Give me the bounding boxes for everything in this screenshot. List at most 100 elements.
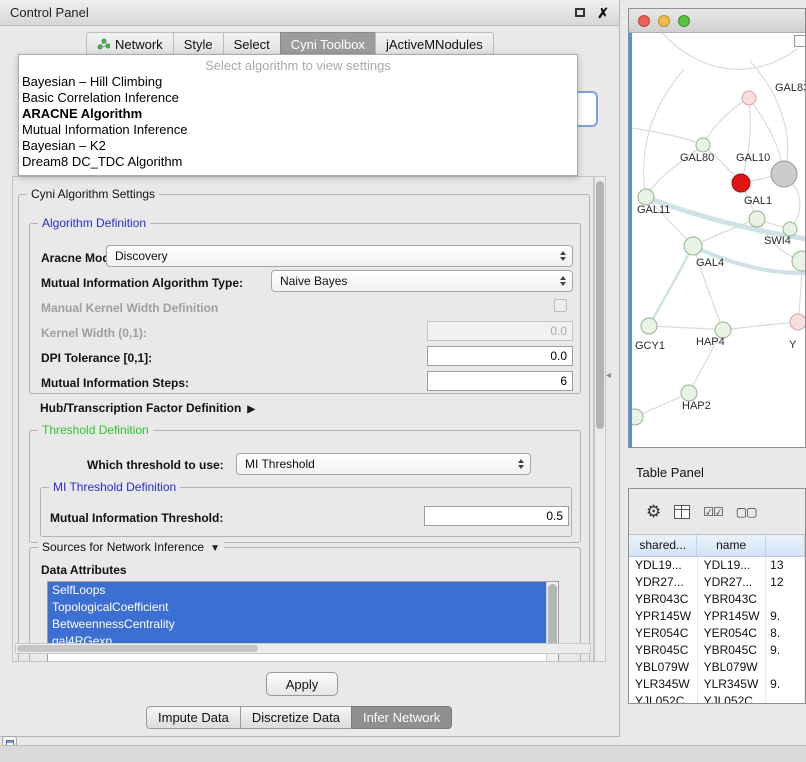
table-row[interactable]: YPR145WYPR145W9. bbox=[629, 608, 805, 625]
table-panel-window: ⚙ ☑☑ ▢▢ shared...name YDL19...YDL19...13… bbox=[628, 488, 806, 704]
mi-steps-field[interactable] bbox=[427, 371, 573, 391]
close-panel-icon[interactable]: ✗ bbox=[597, 6, 609, 20]
deselect-all-icon[interactable]: ▢▢ bbox=[736, 505, 757, 519]
table-row[interactable]: YDR27...YDR27...12 bbox=[629, 574, 805, 591]
tab-cyni-toolbox[interactable]: Cyni Toolbox bbox=[280, 32, 376, 56]
mi-threshold-field[interactable] bbox=[424, 506, 569, 526]
network-node[interactable] bbox=[771, 161, 797, 187]
tab-infer-network[interactable]: Infer Network bbox=[351, 706, 452, 729]
network-node[interactable] bbox=[732, 174, 750, 192]
tab-label: jActiveMNodules bbox=[386, 37, 483, 52]
hub-collapsed-caret-icon[interactable]: ▶ bbox=[247, 404, 255, 415]
network-canvas-svg[interactable]: GAL83GAL80GAL10GAL11GAL1SWI4GAL4GCY1HAP4… bbox=[632, 33, 805, 447]
horizontal-scrollbar-thumb[interactable] bbox=[17, 645, 258, 652]
tab-select[interactable]: Select bbox=[223, 32, 281, 56]
network-edge[interactable] bbox=[723, 322, 798, 330]
aracne-mode-combobox[interactable]: Discovery bbox=[106, 245, 573, 267]
table-row[interactable]: YJL052CYJL052C bbox=[629, 693, 805, 704]
table-row[interactable]: YBR045CYBR045C9. bbox=[629, 642, 805, 659]
table-row[interactable]: YBR043CYBR043C bbox=[629, 591, 805, 608]
sources-group-title[interactable]: Sources for Network Inference ▼ bbox=[38, 540, 224, 554]
column-header-2[interactable] bbox=[766, 535, 805, 556]
tab-impute-data[interactable]: Impute Data bbox=[146, 706, 241, 729]
table-settings-gear-icon[interactable]: ⚙ bbox=[646, 503, 661, 520]
which-threshold-combobox[interactable]: MI Threshold bbox=[236, 453, 531, 475]
node-label-hap4: HAP4 bbox=[696, 336, 725, 348]
network-node[interactable] bbox=[681, 385, 697, 401]
network-node[interactable] bbox=[684, 237, 702, 255]
network-edge[interactable] bbox=[644, 69, 684, 197]
tab-jactivemnodules[interactable]: jActiveMNodules bbox=[375, 32, 494, 56]
attributes-scrollbar-thumb[interactable] bbox=[548, 584, 557, 647]
algorithm-option-mutual-information-inference[interactable]: Mutual Information Inference bbox=[19, 122, 577, 138]
tab-style[interactable]: Style bbox=[173, 32, 224, 56]
sources-title-text: Sources for Network Inference bbox=[42, 540, 204, 554]
network-grip-box[interactable] bbox=[794, 35, 806, 47]
network-node[interactable] bbox=[792, 251, 805, 271]
network-edge[interactable] bbox=[703, 98, 749, 145]
panel-divider-grip-icon[interactable]: ◂ bbox=[606, 370, 611, 381]
window-zoom-button[interactable] bbox=[678, 15, 690, 27]
algorithm-definition-group: Algorithm Definition Aracne Mode: Discov… bbox=[29, 223, 581, 394]
window-minimize-button[interactable] bbox=[658, 15, 670, 27]
column-header-name[interactable]: name bbox=[697, 535, 765, 556]
manual-kernel-width-label: Manual Kernel Width Definition bbox=[41, 301, 218, 315]
algorithm-option-aracne-algorithm[interactable]: ARACNE Algorithm bbox=[19, 106, 577, 122]
table-row[interactable]: YLR345WYLR345W9. bbox=[629, 676, 805, 693]
manual-kernel-width-checkbox[interactable] bbox=[554, 299, 567, 312]
horizontal-scrollbar[interactable] bbox=[15, 643, 591, 654]
kernel-width-field[interactable] bbox=[427, 321, 573, 341]
network-node[interactable] bbox=[641, 318, 657, 334]
status-bar bbox=[0, 745, 806, 762]
algorithm-option-dream8-dc-tdc-algorithm[interactable]: Dream8 DC_TDC Algorithm bbox=[19, 154, 577, 170]
float-window-icon[interactable] bbox=[575, 8, 585, 17]
network-node[interactable] bbox=[742, 91, 756, 105]
table-cell: YLR345W bbox=[629, 676, 698, 693]
kernel-width-label: Kernel Width (0,1): bbox=[41, 326, 147, 340]
network-edge[interactable] bbox=[632, 128, 703, 145]
vertical-scrollbar-thumb[interactable] bbox=[596, 181, 604, 429]
combo-arrows-icon bbox=[560, 271, 566, 291]
tab-network[interactable]: Network bbox=[86, 32, 174, 56]
mi-algorithm-type-combobox[interactable]: Naive Bayes bbox=[271, 270, 573, 292]
network-edge[interactable] bbox=[635, 393, 689, 417]
sources-expanded-caret-icon[interactable]: ▼ bbox=[210, 543, 220, 554]
network-node[interactable] bbox=[632, 409, 643, 425]
network-node[interactable] bbox=[790, 314, 805, 330]
node-label-swi4: SWI4 bbox=[764, 235, 791, 247]
network-edge[interactable] bbox=[741, 98, 750, 183]
network-edge[interactable] bbox=[649, 246, 693, 326]
node-label-gal4: GAL4 bbox=[696, 257, 724, 269]
cyni-algorithm-settings-group: Cyni Algorithm Settings Algorithm Defini… bbox=[18, 194, 590, 662]
algorithm-option-bayesian-hill-climbing[interactable]: Bayesian – Hill Climbing bbox=[19, 74, 577, 90]
table-body: YDL19...YDL19...13YDR27...YDR27...12YBR0… bbox=[629, 557, 805, 704]
network-tab-icon bbox=[97, 38, 110, 50]
network-node[interactable] bbox=[749, 211, 765, 227]
table-cell: YDL19... bbox=[629, 557, 698, 574]
algorithm-option-bayesian-k2[interactable]: Bayesian – K2 bbox=[19, 138, 577, 154]
table-cell: YJL052C bbox=[698, 693, 767, 704]
attribute-item-topologicalcoefficient[interactable]: TopologicalCoefficient bbox=[48, 599, 546, 616]
column-selector-icon[interactable] bbox=[674, 505, 690, 519]
network-node[interactable] bbox=[638, 189, 654, 205]
network-node[interactable] bbox=[783, 222, 797, 236]
window-close-button[interactable] bbox=[638, 15, 650, 27]
network-edge[interactable] bbox=[662, 33, 797, 69]
select-all-icon[interactable]: ☑☑ bbox=[703, 505, 723, 519]
table-row[interactable]: YDL19...YDL19...13 bbox=[629, 557, 805, 574]
algorithm-option-basic-correlation-inference[interactable]: Basic Correlation Inference bbox=[19, 90, 577, 106]
network-edge[interactable] bbox=[649, 326, 723, 330]
dpi-tolerance-field[interactable] bbox=[427, 346, 573, 366]
vertical-scrollbar[interactable] bbox=[594, 176, 606, 662]
hub-section-toggle[interactable]: Hub/Transcription Factor Definition▶ bbox=[40, 401, 255, 415]
table-row[interactable]: YER054CYER054C8. bbox=[629, 625, 805, 642]
tab-discretize-data[interactable]: Discretize Data bbox=[240, 706, 352, 729]
table-row[interactable]: YBL079WYBL079W bbox=[629, 659, 805, 676]
column-header-shared[interactable]: shared... bbox=[629, 535, 697, 556]
network-node[interactable] bbox=[696, 138, 710, 152]
network-canvas[interactable]: GAL83GAL80GAL10GAL11GAL1SWI4GAL4GCY1HAP4… bbox=[629, 33, 805, 447]
control-panel-tabs: NetworkStyleSelectCyni Toolbox jActiveMNo… bbox=[86, 32, 494, 56]
attribute-item-selfloops[interactable]: SelfLoops bbox=[48, 582, 546, 599]
apply-button[interactable]: Apply bbox=[266, 672, 338, 696]
attribute-item-betweennesscentrality[interactable]: BetweennessCentrality bbox=[48, 616, 546, 633]
